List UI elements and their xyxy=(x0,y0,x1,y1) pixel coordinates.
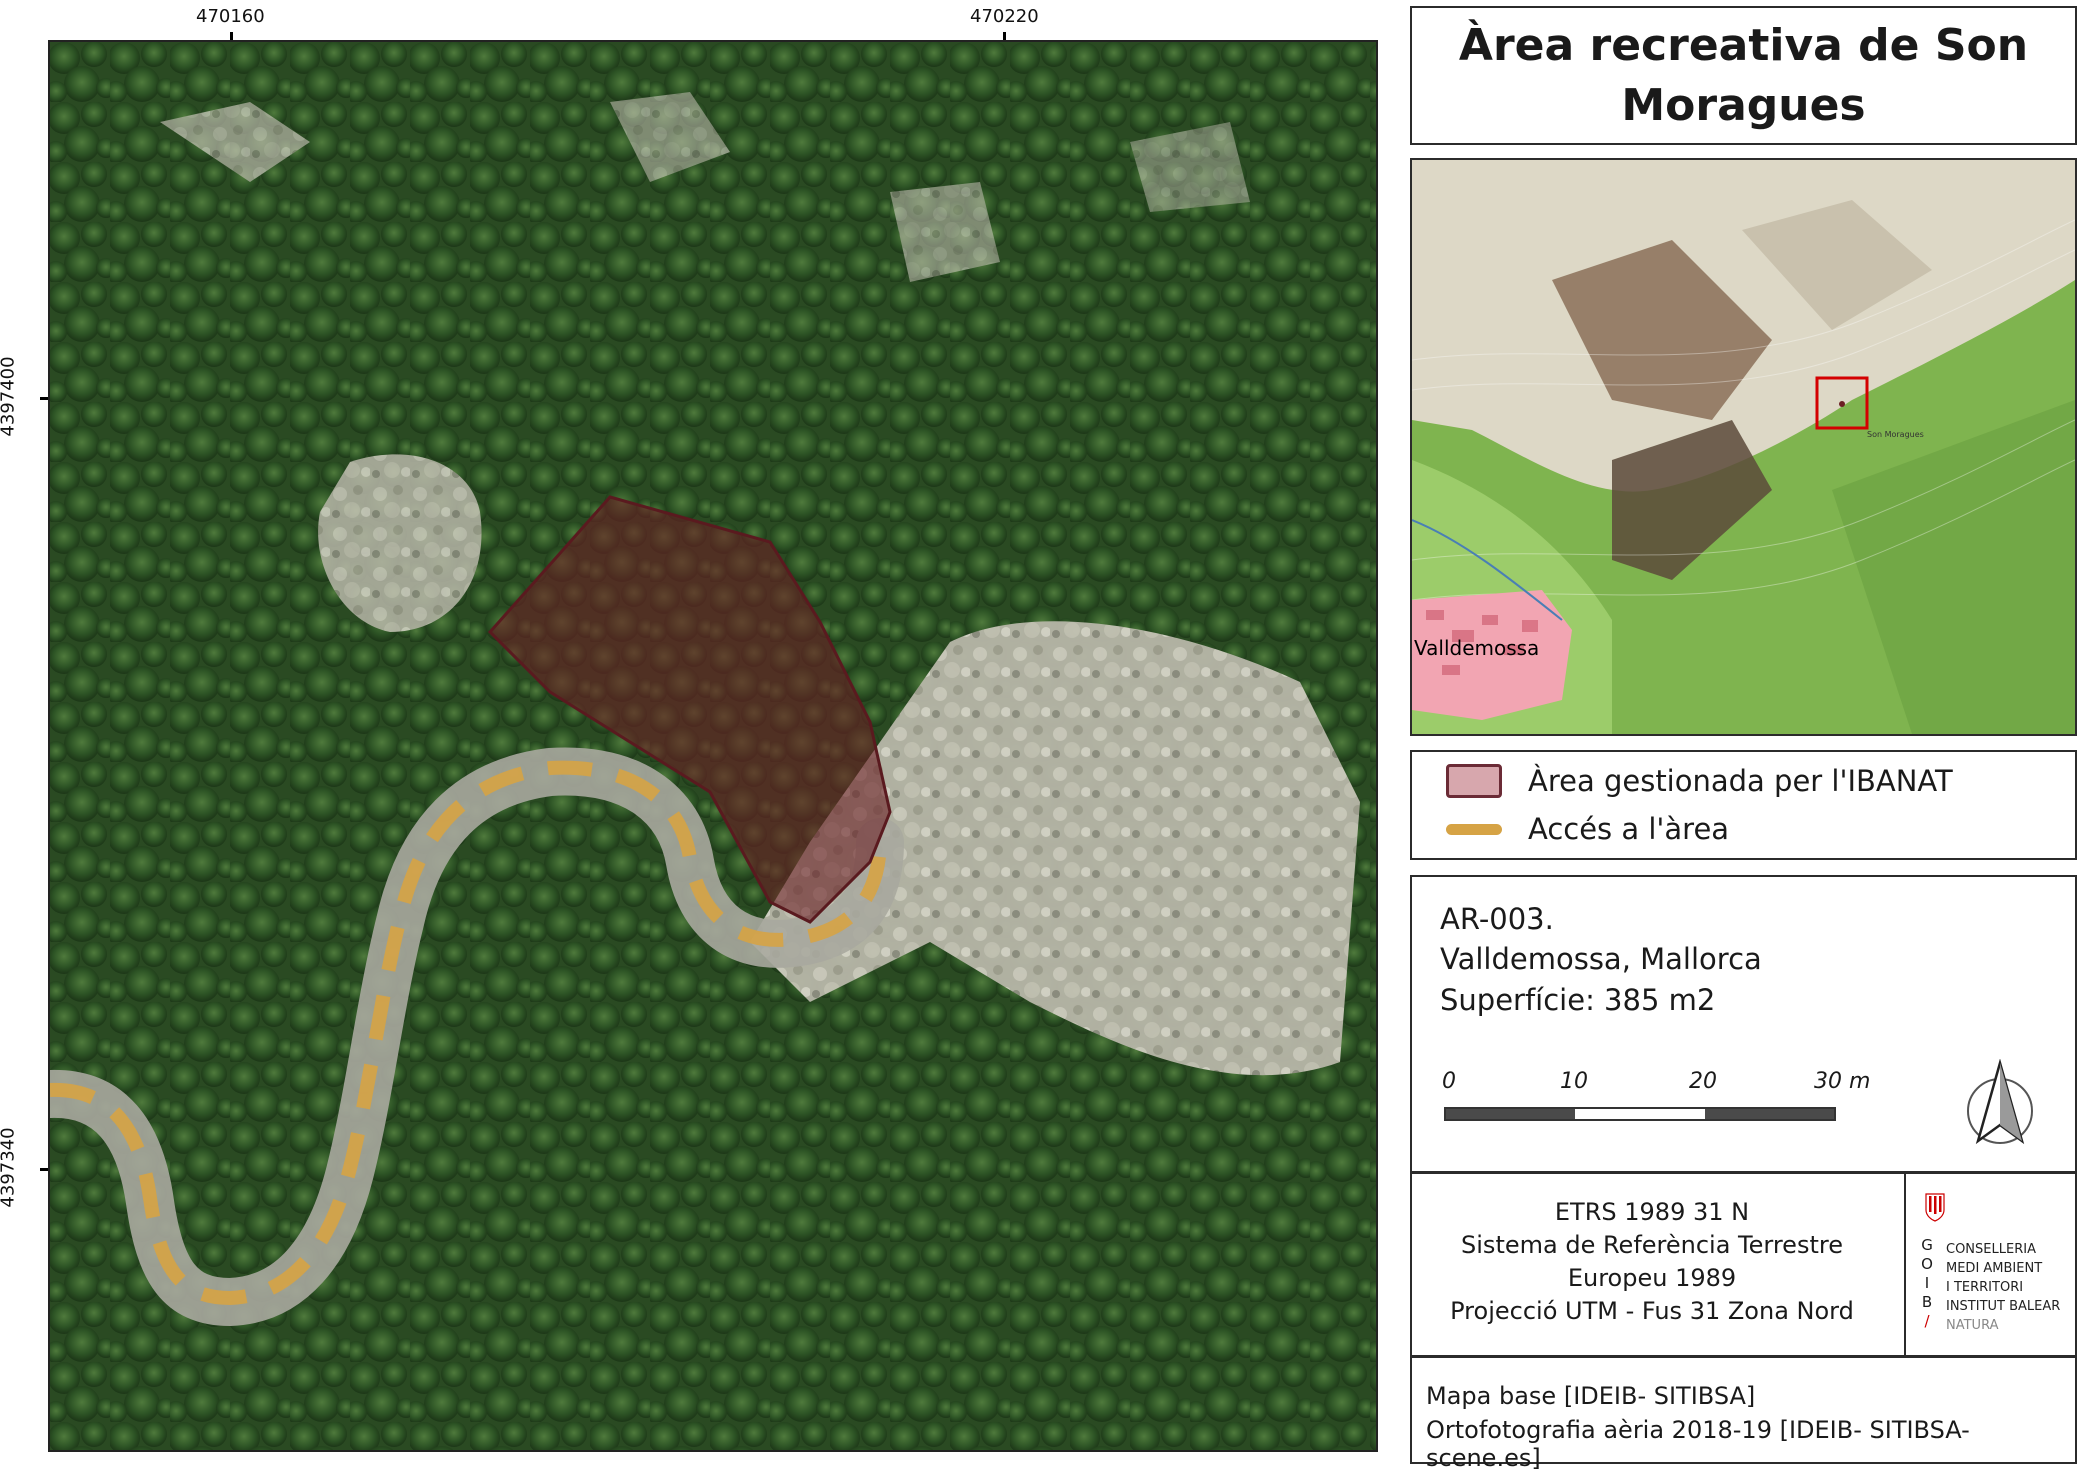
logo-line-2: MEDI AMBIENT xyxy=(1946,1261,2043,1276)
title-panel: Àrea recreativa de Son Moragues xyxy=(1410,6,2077,145)
y-coord-4397340: 4397340 xyxy=(0,1127,19,1208)
x-coord-470220: 470220 xyxy=(970,6,1039,27)
coat-of-arms-icon xyxy=(1925,1193,1945,1222)
scale-label-0: 0 xyxy=(1442,1069,1456,1094)
logo-line-4: INSTITUT BALEAR xyxy=(1946,1299,2061,1314)
legend-panel: Àrea gestionada per l'IBANAT Accés a l'à… xyxy=(1410,750,2077,860)
ref-line-4: Projecció UTM - Fus 31 Zona Nord xyxy=(1450,1297,1854,1325)
ref-line-2: Sistema de Referència Terrestre xyxy=(1461,1231,1843,1259)
legend-swatch-access xyxy=(1446,823,1502,835)
logo-slash-icon: / xyxy=(1924,1312,1930,1330)
x-coord-470160: 470160 xyxy=(196,6,265,27)
logo-letter-o: O xyxy=(1921,1255,1933,1273)
legend-label-access: Accés a l'àrea xyxy=(1528,812,1730,846)
govern-logo: G O I B / CONSELLERIA MEDI AMBIENT I TER… xyxy=(1904,1174,2077,1355)
logo-line-1: CONSELLERIA xyxy=(1946,1242,2036,1257)
logo-letter-b: B xyxy=(1921,1293,1933,1311)
ref-line-1: ETRS 1989 31 N xyxy=(1554,1198,1750,1226)
legend-swatch-managed xyxy=(1446,764,1502,798)
scale-bar: 0 10 20 30 m xyxy=(1442,1069,1870,1139)
inset-map-panel[interactable]: Valldemossa Son Moragues xyxy=(1410,158,2077,736)
logo-line-5: NATURA xyxy=(1946,1318,1999,1333)
source-panel: Mapa base [IDEIB- SITIBSA] Ortofotografi… xyxy=(1410,1356,2077,1472)
north-arrow-icon xyxy=(1967,1059,2033,1145)
area-code: AR-003. xyxy=(1440,902,1554,936)
scale-label-10: 10 xyxy=(1560,1069,1588,1094)
scale-label-20: 20 xyxy=(1689,1069,1717,1094)
ref-line-3: Europeu 1989 xyxy=(1567,1264,1737,1292)
main-aerial-map[interactable] xyxy=(48,40,1378,1452)
info-panel: AR-003. Valldemossa, Mallorca Superfície… xyxy=(1410,875,2077,1173)
legend-item-access: Accés a l'àrea xyxy=(1446,812,1729,846)
legend-item-managed-area: Àrea gestionada per l'IBANAT xyxy=(1446,764,1953,798)
logo-line-3: I TERRITORI xyxy=(1946,1280,2024,1295)
legend-label-managed: Àrea gestionada per l'IBANAT xyxy=(1528,764,1953,798)
area-surface: Superfície: 385 m2 xyxy=(1440,983,1716,1017)
y-coord-4397400: 4397400 xyxy=(0,356,19,437)
area-location: Valldemossa, Mallorca xyxy=(1440,942,1762,976)
source-line-2: Ortofotografia aèria 2018-19 [IDEIB- SIT… xyxy=(1426,1416,1970,1472)
inset-small-label: Son Moragues xyxy=(1867,430,1924,439)
orthophoto xyxy=(50,42,1376,1450)
inset-place-label: Valldemossa xyxy=(1414,636,1540,660)
logo-letter-g: G xyxy=(1921,1236,1933,1254)
reference-panel: ETRS 1989 31 N Sistema de Referència Ter… xyxy=(1410,1172,2077,1357)
source-line-1: Mapa base [IDEIB- SITIBSA] xyxy=(1426,1382,1756,1410)
logo-letter-i: I xyxy=(1924,1274,1930,1292)
map-title: Àrea recreativa de Son Moragues xyxy=(1458,19,2029,131)
scale-label-30: 30 m xyxy=(1814,1069,1871,1094)
